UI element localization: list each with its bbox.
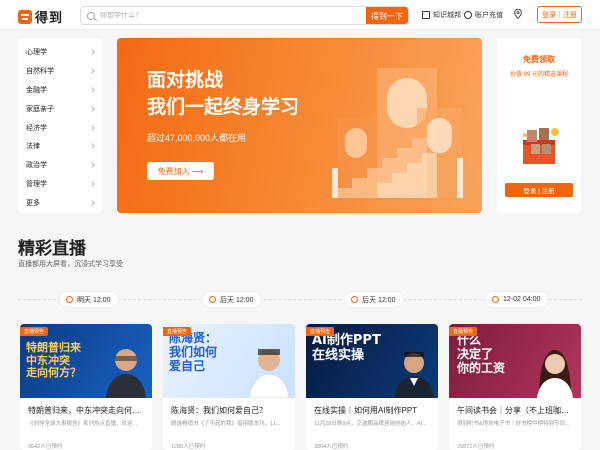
logo[interactable]: 得到 <box>18 7 63 26</box>
coin-icon <box>464 11 472 19</box>
free-join-button[interactable]: 免费加入 ⟶ <box>147 162 214 180</box>
category-item-finance[interactable]: 金融学 <box>18 81 102 100</box>
search-button[interactable]: 得到一下 <box>366 7 408 24</box>
live-card[interactable]: 什么 决定了 你的工资 直播预告 午间读书会｜分享（不上班咖啡... 得到听书&… <box>449 324 581 450</box>
banner-headline-line1: 面对挑战 <box>147 69 224 91</box>
card-reservation-count: 9542人已预约 <box>28 444 63 450</box>
time-label: 后天 12:00 <box>220 296 254 304</box>
category-label: 更多 <box>26 199 40 207</box>
live-card[interactable]: AI制作PPT 在线实操 直播预告 在线实操｜如何用AI制作PPT 11月28日… <box>306 324 438 450</box>
chevron-right-icon <box>89 87 95 93</box>
schedule-time: 12-02 04:00 <box>485 291 550 308</box>
chevron-right-icon <box>89 143 95 150</box>
category-label: 金融学 <box>26 86 47 94</box>
category-label: 家庭亲子 <box>26 105 54 113</box>
thumbnail-headline: AI制作PPT 在线实操 <box>312 333 381 363</box>
chevron-right-icon <box>89 181 95 187</box>
speaker-photo <box>248 349 290 398</box>
promo-card: 免费领取 价值 99 元的精选课程 登录 | 注册 <box>497 38 581 213</box>
card-description: 超级畅销书《了不起的我》借用版本刊，11... <box>171 421 281 427</box>
card-reservation-count: 29872人已预约 <box>457 444 495 450</box>
staircase-illustration <box>317 68 463 198</box>
promo-title: 免费领取 <box>523 55 555 64</box>
card-description: 得到听书&得到电子书｜好书榜中榜特别节目... <box>457 421 570 427</box>
time-label: 明天 12:00 <box>77 296 111 304</box>
banner-subtitle: 超过47,000,000人都在用 <box>147 133 247 143</box>
live-tag: 直播预告 <box>449 327 478 336</box>
promo-subtitle: 价值 99 元的精选课程 <box>509 72 568 78</box>
category-item-law[interactable]: 法律 <box>18 137 102 156</box>
banner-headline-line2: 我们一起终身学习 <box>147 96 300 118</box>
thumbnail-headline: 什么 决定了 你的工资 <box>457 333 506 375</box>
schedule-time: 明天 12:00 <box>59 291 120 308</box>
knowledge-store-label: 知识城邦 <box>433 12 461 19</box>
thumbnail-headline: 陈海贤： 我们如何 爱自己 <box>169 331 218 373</box>
hero-banner[interactable]: 面对挑战 我们一起终身学习 超过47,000,000人都在用 免费加入 ⟶ <box>117 38 482 213</box>
knowledge-store-link[interactable]: 知识城邦 <box>422 10 461 20</box>
card-title: 午间读书会｜分享（不上班咖啡... <box>457 406 575 415</box>
live-tag: 直播预告 <box>20 327 49 336</box>
card-title: 陈海贤：我们如何爱自己？ <box>171 406 267 415</box>
speaker-photo <box>394 352 434 398</box>
card-title: 在线实操｜如何用AI制作PPT <box>314 406 418 415</box>
promo-login-button[interactable]: 登录 | 注册 <box>505 183 573 197</box>
section-title: 精彩直播 <box>18 239 86 259</box>
card-description: 《刘仲全球大事报告》系列热点直播，欢迎... <box>28 421 138 427</box>
category-item-natural-science[interactable]: 自然科学 <box>18 62 102 81</box>
thumbnail-headline: 特朗普归来 中东冲突 走向何方？ <box>26 341 81 380</box>
clock-icon <box>351 296 358 303</box>
clock-icon <box>66 296 73 303</box>
category-item-politics[interactable]: 政治学 <box>18 156 102 175</box>
category-label: 经济学 <box>26 124 47 132</box>
chevron-right-icon <box>89 162 95 169</box>
chevron-right-icon <box>89 105 95 112</box>
location-icon[interactable] <box>514 9 522 19</box>
search-bar: 得到一下 <box>80 6 409 25</box>
card-title: 特朗普归来，中东冲突走向何方？ <box>28 406 146 415</box>
login-button[interactable]: 登录｜注册 <box>537 6 582 23</box>
category-item-management[interactable]: 管理学 <box>18 175 102 194</box>
clock-icon <box>492 296 499 303</box>
schedule-time: 后天 12:00 <box>344 291 405 308</box>
category-label: 管理学 <box>26 180 47 188</box>
search-icon <box>87 11 95 20</box>
schedule-time: 后天 12:00 <box>202 291 263 308</box>
live-tag: 直播预告 <box>306 327 335 336</box>
section-subtitle: 直播都用大屏看，沉浸式学习享受 <box>18 261 123 268</box>
chevron-right-icon <box>89 199 95 206</box>
card-reservation-count: 1286人已预约 <box>171 444 206 450</box>
category-label: 政治学 <box>26 162 47 170</box>
speaker-photo <box>537 350 573 398</box>
gift-box-icon <box>523 128 559 164</box>
recharge-link[interactable]: 账户充值 <box>464 10 503 20</box>
category-item-family[interactable]: 家庭亲子 <box>18 99 102 118</box>
category-item-economics[interactable]: 经济学 <box>18 118 102 137</box>
chevron-right-icon <box>89 68 95 75</box>
search-input[interactable] <box>100 12 370 19</box>
top-navigation-bar: 得到 得到一下 知识城邦 账户充值 登录｜注册 <box>0 0 600 30</box>
category-label: 自然科学 <box>26 68 54 76</box>
logo-icon <box>18 9 32 24</box>
chevron-right-icon <box>89 124 95 131</box>
live-tag: 直播预告 <box>163 327 192 336</box>
time-label: 后天 12:00 <box>362 296 396 304</box>
category-menu: 心理学 自然科学 金融学 家庭亲子 经济学 法律 政治学 管理学 更多 <box>18 38 102 213</box>
card-description: 11月28日晚8点，艾迪鹏品牌咨询创始人、AI... <box>314 421 427 427</box>
live-card[interactable]: 特朗普归来 中东冲突 走向何方？ 直播预告 特朗普归来，中东冲突走向何方？ 《刘… <box>20 324 152 450</box>
clock-icon <box>209 296 216 303</box>
chevron-right-icon <box>89 49 95 56</box>
time-label: 12-02 04:00 <box>503 296 541 303</box>
category-label: 法律 <box>26 143 40 151</box>
category-item-more[interactable]: 更多 <box>18 193 102 212</box>
speaker-photo <box>106 349 146 398</box>
live-card[interactable]: 陈海贤： 我们如何 爱自己 直播预告 陈海贤：我们如何爱自己？ 超级畅销书《了不… <box>163 324 295 450</box>
logo-text: 得到 <box>35 11 64 26</box>
recharge-label: 账户充值 <box>475 12 503 19</box>
category-label: 心理学 <box>26 49 47 57</box>
category-item-psychology[interactable]: 心理学 <box>18 43 102 62</box>
card-reservation-count: 3864人已预约 <box>314 444 349 450</box>
book-icon <box>422 11 430 19</box>
